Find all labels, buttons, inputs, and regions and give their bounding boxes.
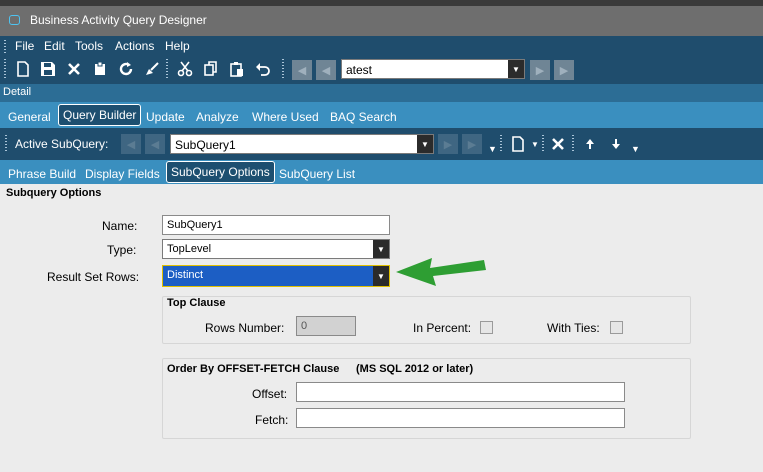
tab-subquery-list[interactable]: SubQuery List — [279, 167, 355, 181]
name-field[interactable]: SubQuery1 — [162, 215, 390, 235]
chevron-down-icon[interactable]: ▼ — [373, 266, 389, 286]
type-select[interactable]: TopLevel ▼ — [162, 239, 390, 259]
tab-where-used[interactable]: Where Used — [252, 110, 319, 124]
subquery-separator-3 — [572, 135, 574, 153]
offset-field[interactable] — [296, 382, 625, 402]
detail-label: Detail — [3, 86, 32, 98]
menu-help[interactable]: Help — [165, 39, 190, 53]
next-subquery-icon[interactable]: ▶ — [438, 134, 458, 154]
with-ties-label: With Ties: — [547, 321, 600, 335]
chevron-down-icon[interactable]: ▼ — [373, 240, 389, 258]
title-bar: Business Activity Query Designer — [0, 0, 763, 36]
subquery-grip — [5, 135, 7, 153]
rows-number-label: Rows Number: — [205, 321, 285, 335]
section-title: Subquery Options — [6, 187, 102, 199]
in-percent-label: In Percent: — [413, 321, 472, 335]
new-subquery-icon[interactable] — [507, 133, 529, 155]
paste-icon[interactable] — [226, 58, 248, 80]
rows-number-field[interactable]: 0 — [296, 316, 356, 336]
with-ties-checkbox[interactable] — [610, 321, 623, 334]
chevron-down-icon[interactable]: ▼ — [417, 135, 433, 153]
overflow-chevron-icon-2[interactable]: ▼ — [631, 144, 640, 154]
result-set-rows-label: Result Set Rows: — [47, 270, 140, 284]
tab-general[interactable]: General — [8, 110, 51, 124]
prev-subquery-icon[interactable]: ◀ — [145, 134, 165, 154]
delete-subquery-icon[interactable] — [547, 133, 569, 155]
tab-phrase-build[interactable]: Phrase Build — [8, 167, 76, 181]
move-up-icon[interactable] — [579, 133, 601, 155]
next-record-icon[interactable]: ▶ — [530, 60, 550, 80]
top-clause-title: Top Clause — [167, 297, 226, 309]
order-by-note: (MS SQL 2012 or later) — [356, 363, 474, 375]
chevron-down-icon[interactable]: ▼ — [508, 60, 524, 78]
result-set-rows-value: Distinct — [167, 269, 204, 281]
active-subquery-value: SubQuery1 — [175, 138, 236, 152]
first-subquery-icon[interactable]: ◀ — [121, 134, 141, 154]
top-clause-group — [162, 296, 691, 344]
active-subquery-label: Active SubQuery: — [15, 137, 109, 151]
type-select-value: TopLevel — [167, 243, 212, 255]
window-title: Business Activity Query Designer — [30, 13, 207, 27]
app-icon — [9, 15, 20, 25]
fetch-field[interactable] — [296, 408, 625, 428]
in-percent-checkbox[interactable] — [480, 321, 493, 334]
name-field-value: SubQuery1 — [167, 219, 223, 231]
toolbar-separator — [166, 59, 168, 79]
last-record-icon[interactable]: ▶ — [554, 60, 574, 80]
menu-tools[interactable]: Tools — [75, 39, 103, 53]
copy-icon[interactable] — [200, 58, 222, 80]
title-bar-strip — [0, 0, 763, 6]
offset-label: Offset: — [252, 387, 288, 401]
subquery-separator-2 — [542, 135, 544, 153]
detail-bar: Detail — [0, 84, 763, 102]
toolbar-grip — [4, 59, 6, 79]
order-by-title: Order By OFFSET-FETCH Clause — [167, 363, 340, 375]
green-arrow-icon — [396, 258, 486, 286]
prev-record-icon[interactable]: ◀ — [316, 60, 336, 80]
menu-grip — [4, 40, 6, 53]
active-subquery-select[interactable]: SubQuery1 ▼ — [170, 134, 434, 154]
tab-subquery-options[interactable]: SubQuery Options — [166, 161, 275, 183]
menu-file[interactable]: File — [15, 39, 34, 53]
refresh-icon[interactable] — [115, 58, 137, 80]
fetch-label: Fetch: — [255, 413, 289, 427]
type-label: Type: — [107, 243, 137, 257]
new-icon[interactable] — [12, 58, 34, 80]
first-record-icon[interactable]: ◀ — [292, 60, 312, 80]
tab-update[interactable]: Update — [146, 110, 185, 124]
new-subquery-dropdown-icon[interactable]: ▼ — [531, 140, 539, 149]
save-icon[interactable] — [37, 58, 59, 80]
last-subquery-icon[interactable]: ▶ — [462, 134, 482, 154]
tab-display-fields[interactable]: Display Fields — [85, 167, 160, 181]
subquery-separator — [500, 135, 502, 153]
toolbar-separator-2 — [282, 59, 284, 79]
menu-edit[interactable]: Edit — [44, 39, 65, 53]
name-label: Name: — [102, 219, 138, 233]
clear-brush-icon[interactable] — [141, 58, 163, 80]
rows-number-value: 0 — [301, 320, 308, 332]
undo-icon[interactable] — [252, 58, 274, 80]
result-set-rows-select[interactable]: Distinct ▼ — [162, 265, 390, 287]
overflow-chevron-icon[interactable]: ▼ — [488, 144, 497, 154]
record-selector[interactable]: atest ▼ — [341, 59, 525, 79]
delete-icon[interactable] — [63, 58, 85, 80]
record-selector-value: atest — [346, 63, 373, 77]
tab-baq-search[interactable]: BAQ Search — [330, 110, 397, 124]
attach-icon[interactable] — [89, 58, 111, 80]
tab-query-builder[interactable]: Query Builder — [58, 104, 142, 126]
move-down-icon[interactable] — [605, 133, 627, 155]
tab-analyze[interactable]: Analyze — [196, 110, 239, 124]
menu-actions[interactable]: Actions — [115, 39, 154, 53]
cut-icon[interactable] — [174, 58, 196, 80]
